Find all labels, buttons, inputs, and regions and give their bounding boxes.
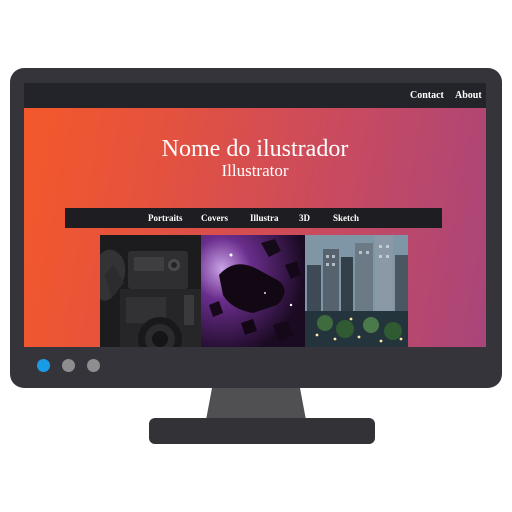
camera-photo-icon (100, 235, 201, 347)
carousel-dot-1[interactable] (37, 359, 50, 372)
illustrator-name-heading: Nome do ilustrador (161, 136, 349, 162)
illustrator-subtitle: Illustrator (221, 161, 289, 180)
monitor-stand-base (149, 418, 375, 444)
nav-3d[interactable]: 3D (299, 213, 310, 223)
gallery-image-space[interactable] (201, 235, 305, 347)
website-screen: Contact About Nome do ilustrador Illustr… (24, 83, 486, 347)
nav-sketch[interactable]: Sketch (333, 213, 359, 223)
city-skyline-photo-icon (305, 235, 408, 347)
gallery-image-city[interactable] (305, 235, 408, 347)
top-navigation-bar: Contact About (24, 83, 486, 108)
gallery-image-camera[interactable] (100, 235, 201, 347)
category-navigation-bar: Portraits Covers Illustra 3D Sketch (65, 208, 442, 228)
carousel-dot-2[interactable] (62, 359, 75, 372)
nav-illustra[interactable]: Illustra (250, 213, 279, 223)
carousel-dot-3[interactable] (87, 359, 100, 372)
nav-covers[interactable]: Covers (201, 213, 228, 223)
space-rocks-photo-icon (201, 235, 305, 347)
contact-link[interactable]: Contact (410, 90, 444, 101)
about-link[interactable]: About (455, 90, 482, 101)
monitor-stand-neck (206, 388, 306, 420)
nav-portraits[interactable]: Portraits (148, 213, 182, 223)
